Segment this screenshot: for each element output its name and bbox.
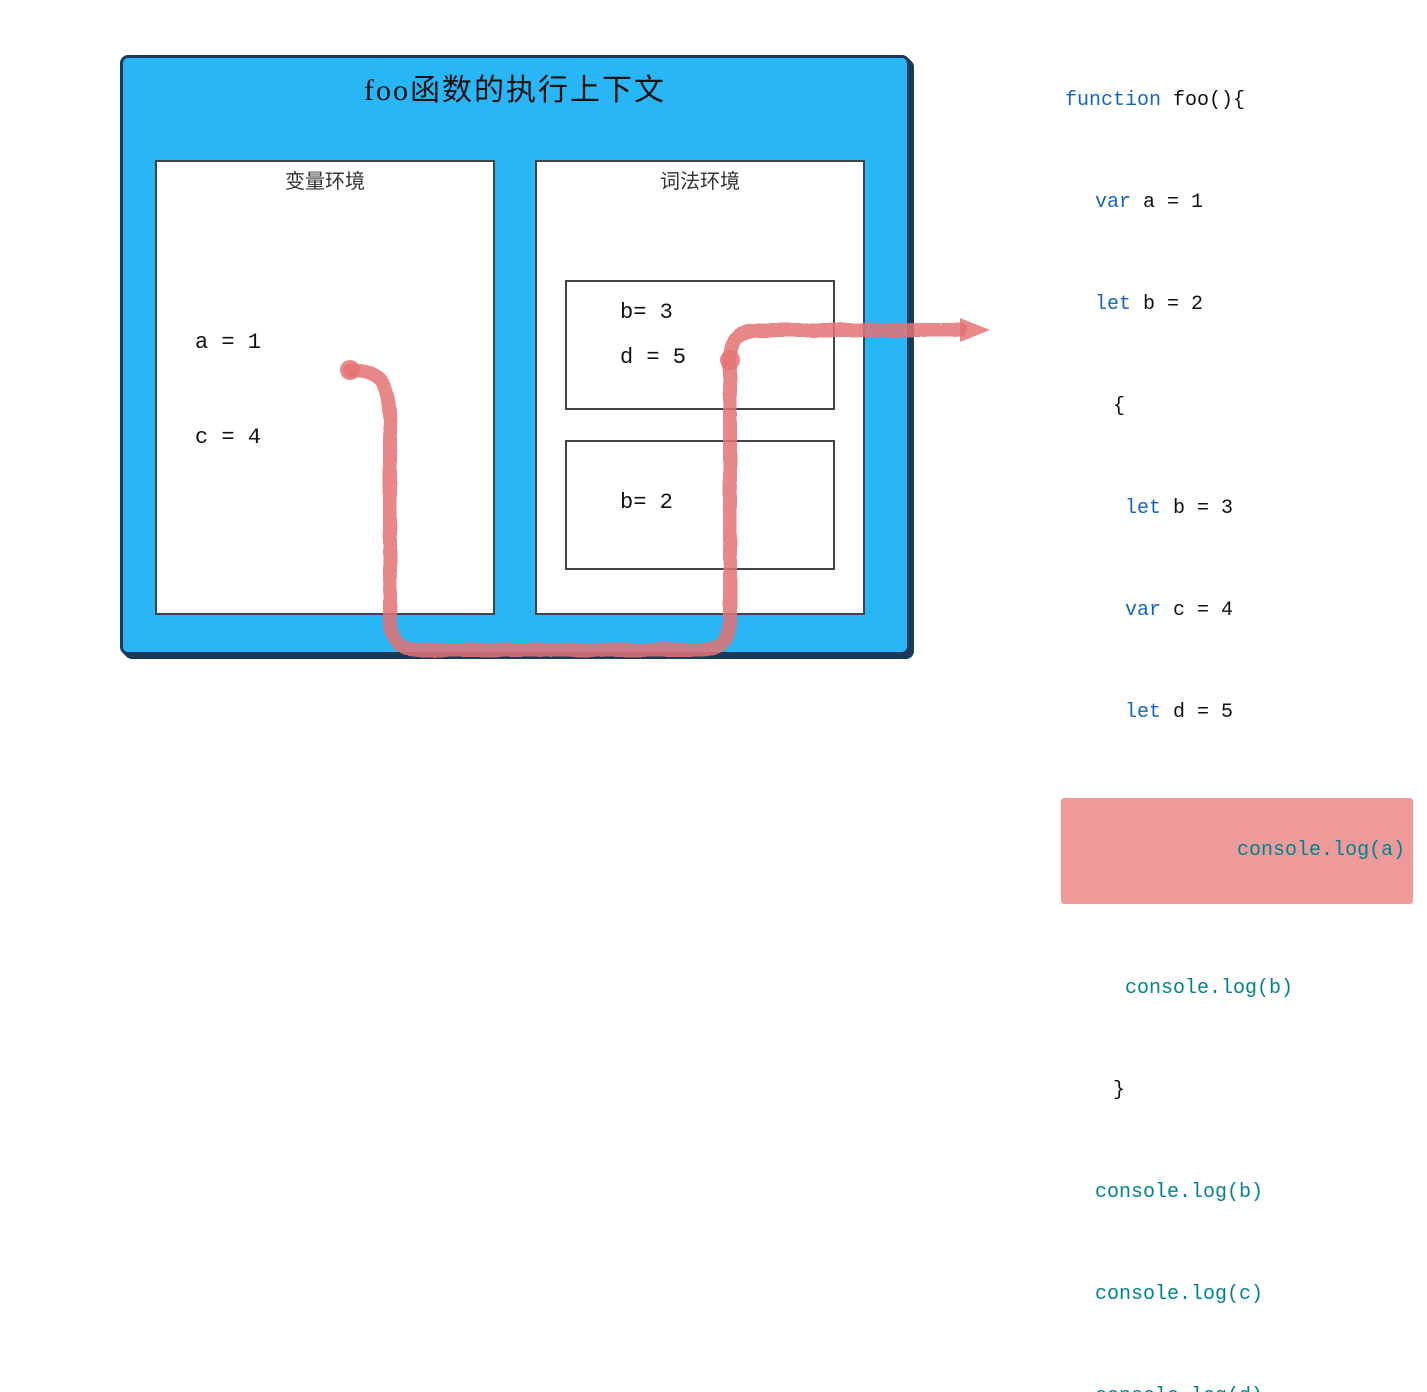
kw-console-log-c: console.log(c) [1095, 1283, 1263, 1306]
kw-function: function [1065, 89, 1161, 112]
kw-console-log-a: console.log(a) [1141, 839, 1405, 862]
code-line-1: function foo(){ [1017, 50, 1397, 152]
code-foo-open: foo(){ [1161, 89, 1245, 112]
var-a-value: a = 1 [195, 330, 261, 355]
kw-let-d5: let [1125, 701, 1161, 724]
code-line-11: console.log(b) [1017, 1142, 1397, 1244]
code-line-7: let d = 5 [1017, 662, 1397, 764]
code-line-10: } [1017, 1040, 1397, 1142]
code-line-2: var a = 1 [1017, 152, 1397, 254]
code-d5: d = 5 [1161, 701, 1233, 724]
var-c-value: c = 4 [195, 425, 261, 450]
variable-environment-label: 变量环境 [155, 165, 495, 194]
code-line-12: console.log(c) [1017, 1244, 1397, 1346]
code-open-brace: { [1065, 395, 1125, 418]
kw-console-log-b-inner: console.log(b) [1125, 977, 1293, 1000]
kw-let-b2: let [1095, 293, 1131, 316]
lex-b2-value: b= 2 [620, 490, 673, 515]
code-panel: function foo(){ var a = 1 let b = 2 { le… [1017, 50, 1397, 1392]
code-line-5: let b = 3 [1017, 458, 1397, 560]
code-line-13: console.log(d) [1017, 1346, 1397, 1392]
execution-context-title: foo函数的执行上下文 [120, 65, 910, 109]
lex-b3-value: b= 3 [620, 300, 673, 325]
variable-environment-box [155, 160, 495, 615]
lexical-environment-label: 词法环境 [535, 165, 865, 194]
code-line-6: var c = 4 [1017, 560, 1397, 662]
code-line-4: { [1017, 356, 1397, 458]
kw-let-b3: let [1125, 497, 1161, 520]
code-line-8-highlighted: console.log(a) [1017, 764, 1397, 938]
code-c4: c = 4 [1161, 599, 1233, 622]
kw-var-c: var [1125, 599, 1161, 622]
highlighted-code: console.log(a) [1061, 798, 1413, 904]
code-b3: b = 3 [1161, 497, 1233, 520]
lex-d5-value: d = 5 [620, 345, 686, 370]
kw-var-a: var [1095, 191, 1131, 214]
code-b2: b = 2 [1131, 293, 1203, 316]
lex-block-scope-box [565, 280, 835, 410]
code-line-3: let b = 2 [1017, 254, 1397, 356]
code-close-brace: } [1065, 1079, 1125, 1102]
lex-outer-scope-box [565, 440, 835, 570]
code-a1: a = 1 [1131, 191, 1203, 214]
kw-console-log-b-outer: console.log(b) [1095, 1181, 1263, 1204]
code-line-9: console.log(b) [1017, 938, 1397, 1040]
kw-console-log-d: console.log(d) [1095, 1385, 1263, 1392]
